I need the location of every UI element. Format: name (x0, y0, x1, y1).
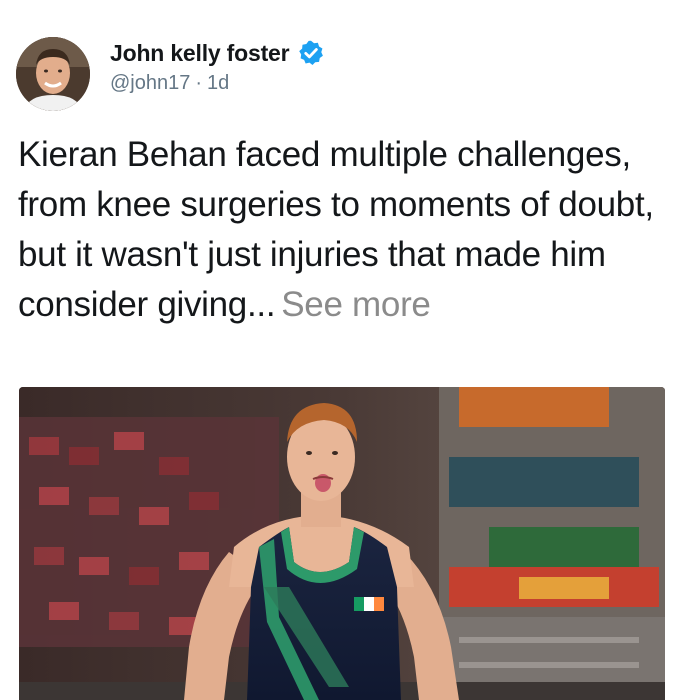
author-handle[interactable]: @john17 (110, 72, 190, 94)
see-more-link[interactable]: See more (281, 285, 431, 324)
tweet-timestamp[interactable]: 1d (207, 72, 229, 94)
verified-badge-icon (297, 39, 325, 67)
tweet-card: John kelly foster @john17 · 1d Kieran Beha… (0, 0, 700, 700)
meta-separator: · (195, 72, 203, 94)
tweet-media-photo[interactable] (19, 387, 665, 700)
author-meta-row: @john17 · 1d (110, 72, 229, 95)
author-name-row: John kelly foster (110, 38, 325, 68)
person-avatar-icon (16, 37, 90, 111)
author-display-name[interactable]: John kelly foster (110, 40, 290, 67)
author-avatar[interactable] (16, 37, 90, 111)
tweet-text: Kieran Behan faced multiple challenges, … (18, 130, 678, 330)
gymnast-photo-image (19, 387, 665, 700)
